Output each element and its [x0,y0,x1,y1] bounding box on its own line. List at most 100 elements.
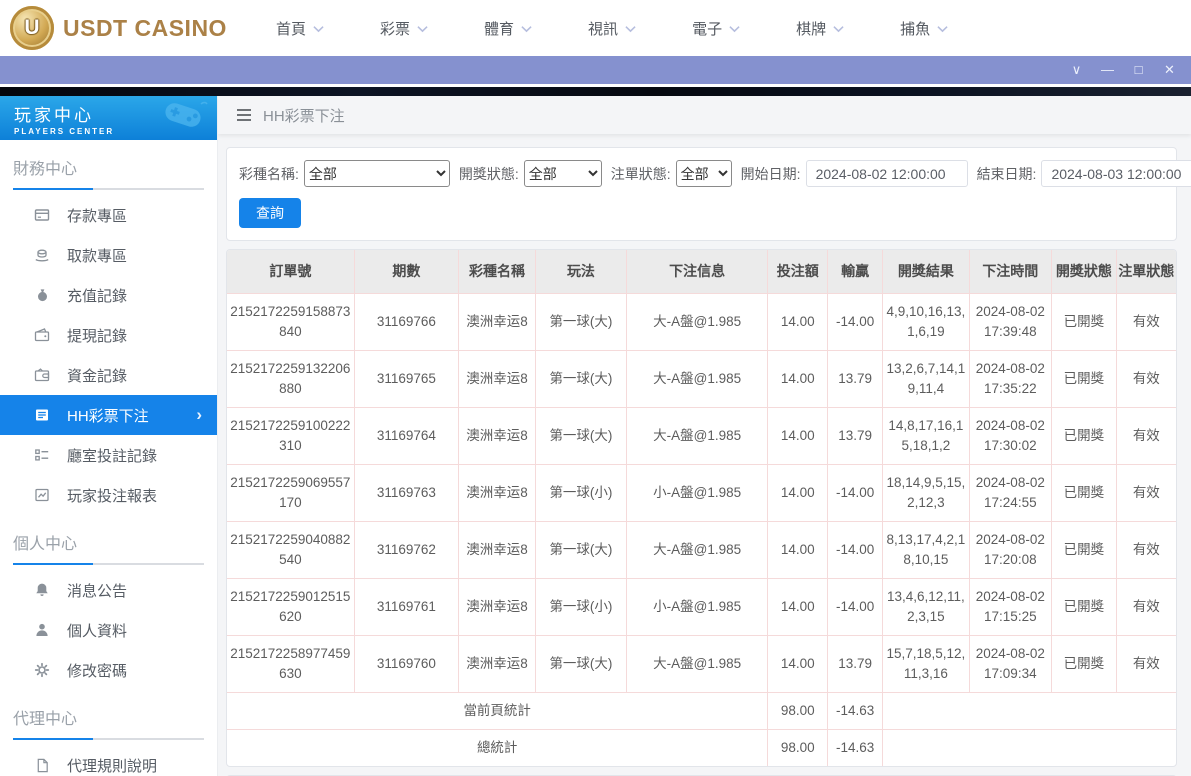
sidebar-item[interactable]: 充值記錄› [0,275,217,315]
table-cell: 2152172258977459630 [227,634,355,693]
table-cell: 31169765 [353,349,460,408]
table-cell: 14.00 [767,292,829,351]
table-row: 2152172259100222310 31169764 澳洲幸运8 第一球(大) 大-… [227,406,1176,465]
table-cell: 2152172259158873840 [227,292,355,351]
lottery-bet-icon [34,407,50,423]
close-icon[interactable]: ✕ [1154,56,1185,84]
table-cell: 2024-08-02 17:39:48 [968,292,1053,351]
breadcrumb: HH彩票下注 [218,96,1191,134]
table-row: 2152172259132206880 31169765 澳洲幸运8 第一球(大) 大-… [227,349,1176,408]
nav-item-label: 體育 [484,20,515,38]
table-cell: 澳洲幸运8 [458,349,536,408]
column-header: 下注信息 [625,250,769,294]
sidebar-item-label: 消息公告 [67,582,128,600]
sidebar-item[interactable]: 玩家投注報表› [0,475,217,515]
table-cell: 4,9,10,16,13,1,6,19 [882,292,970,351]
nav-item-label: 視訊 [588,20,619,38]
nav-item[interactable]: 彩票 [380,18,428,39]
sidebar-item[interactable]: 代理規則說明› [0,745,217,776]
nav-item[interactable]: 電子 [692,18,740,39]
table-cell: 2024-08-02 17:20:08 [968,520,1053,579]
table-cell: 第一球(大) [534,634,627,693]
collapse-icon[interactable]: ∨ [1061,56,1092,84]
sidebar-item-label: 存款專區 [67,207,128,225]
maximize-icon[interactable]: □ [1123,56,1154,84]
player-report-icon [34,487,50,503]
nav-item[interactable]: 首頁 [276,18,324,39]
table-cell: 大-A盤@1.985 [625,520,769,579]
search-button[interactable]: 查詢 [239,198,301,228]
sidebar-item[interactable]: 存款專區› [0,195,217,235]
column-header: 注單狀態 [1115,250,1176,294]
order-status-select[interactable]: 全部 [675,160,732,187]
table-cell: 已開獎 [1051,577,1117,636]
nav-item-label: 棋牌 [796,20,827,38]
table-cell: 澳洲幸运8 [458,406,536,465]
table-cell: 大-A盤@1.985 [625,406,769,465]
column-header: 彩種名稱 [458,250,536,294]
table-cell: 2024-08-02 17:09:34 [968,634,1053,693]
table-cell: -14.00 [827,520,884,579]
table-cell: 31169762 [353,520,460,579]
sidebar-item[interactable]: 提現記錄› [0,315,217,355]
table-cell: 第一球(小) [534,463,627,522]
table-cell: 31169764 [353,406,460,465]
start-date-input[interactable] [805,160,968,187]
table-cell: 有效 [1115,292,1176,351]
sidebar-item[interactable]: 廳室投註記錄› [0,435,217,475]
site-logo[interactable]: U USDT CASINO [0,6,228,50]
coin-letter: U [24,16,40,39]
table-cell: 有效 [1115,406,1176,465]
table-cell: 小-A盤@1.985 [625,577,769,636]
table-cell: 13.79 [827,406,884,465]
table-cell: 澳洲幸运8 [458,634,536,693]
table-cell: 13,2,6,7,14,19,11,4 [882,349,970,408]
table-cell: 有效 [1115,634,1176,693]
sidebar-item[interactable]: 消息公告› [0,570,217,610]
table-cell: 2024-08-02 17:30:02 [968,406,1053,465]
table-cell: 14.00 [767,520,829,579]
table-cell: 澳洲幸运8 [458,463,536,522]
table-cell: 大-A盤@1.985 [625,349,769,408]
nav-item[interactable]: 體育 [484,18,532,39]
profile-icon [34,622,50,638]
sidebar-item[interactable]: 資金記錄› [0,355,217,395]
table-cell: 大-A盤@1.985 [625,634,769,693]
minimize-icon[interactable]: — [1092,56,1123,84]
draw-status-select[interactable]: 全部 [523,160,602,187]
nav-item[interactable]: 視訊 [588,18,636,39]
table-row: 2152172259012515620 31169761 澳洲幸运8 第一球(小) 小-… [227,577,1176,636]
table-cell: 14.00 [767,406,829,465]
table-cell: 2152172259069557170 [227,463,355,522]
summary-winloss-total: -14.63 [827,728,884,766]
table-cell: 2152172259132206880 [227,349,355,408]
table-cell: 第一球(大) [534,520,627,579]
sidebar-item[interactable]: 修改密碼› [0,650,217,690]
column-header: 訂單號 [227,250,355,294]
sidebar-item-label: 代理規則說明 [67,757,158,775]
end-date-input[interactable] [1041,160,1191,187]
section-underline [13,738,204,740]
lottery-name-select[interactable]: 全部 [303,160,450,187]
table-cell: 14.00 [767,634,829,693]
withdraw-icon [34,247,50,263]
chevron-down-icon [625,20,636,37]
table-cell: 31169760 [353,634,460,693]
nav-item-label: 捕魚 [900,20,931,38]
chevron-down-icon [521,20,532,37]
table-cell: 澳洲幸运8 [458,520,536,579]
main-area: HH彩票下注 彩種名稱: 全部 開獎狀態: 全部 注單狀態: 全部 開始日期: … [218,96,1191,776]
column-header: 開獎狀態 [1051,250,1117,294]
table-cell: 已開獎 [1051,520,1117,579]
nav-item[interactable]: 棋牌 [796,18,844,39]
lottery-name-label: 彩種名稱: [239,165,299,182]
chevron-down-icon [833,20,844,37]
sidebar-item[interactable]: 個人資料› [0,610,217,650]
sidebar-item[interactable]: HH彩票下注 › [0,395,217,435]
column-header: 下注時間 [968,250,1053,294]
sidebar-item[interactable]: 取款專區› [0,235,217,275]
funds-record-icon [34,367,50,383]
table-cell: 2024-08-02 17:24:55 [968,463,1053,522]
nav-item[interactable]: 捕魚 [900,18,948,39]
hamburger-icon[interactable] [236,108,252,122]
